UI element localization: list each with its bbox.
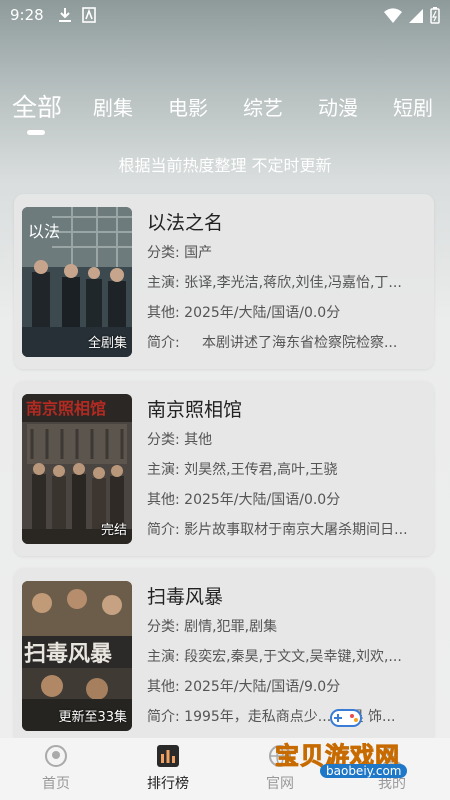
cast-row: 主演: 刘昊然,王传君,高叶,王骁 — [147, 459, 427, 479]
cast-label: 主演: — [147, 462, 180, 478]
category-row: 分类: 国产 — [147, 242, 427, 262]
other-label: 其他: — [147, 679, 180, 695]
list-item[interactable]: 南京照相馆 完结 南京照相馆 分类: 其他 主演: 刘昊然,王传君,高叶,王骁 … — [14, 381, 434, 556]
list-item[interactable]: 以法 全剧集 以法之名 分类: 国产 主演: 张译,李光洁,蒋欣,刘佳,冯嘉怡,… — [14, 194, 434, 369]
category-value: 其他 — [184, 432, 213, 448]
tab-series[interactable]: 剧集 — [93, 92, 133, 121]
status-bar: 9:28 — [0, 0, 450, 32]
category-label: 分类: — [147, 619, 180, 635]
battery-icon — [430, 7, 440, 28]
episode-badge: 完结 — [100, 523, 127, 538]
category-row: 分类: 剧情,犯罪,剧集 — [147, 616, 427, 636]
intro-label: 简介: — [147, 335, 180, 351]
other-value: 2025年/大陆/国语/9.0分 — [184, 679, 341, 695]
svg-text:南京照相馆: 南京照相馆 — [26, 399, 106, 418]
nav-home[interactable]: 首页 — [11, 738, 101, 800]
episode-badge: 更新至33集 — [58, 710, 127, 725]
tab-anime[interactable]: 动漫 — [318, 92, 358, 121]
other-value: 2025年/大陆/国语/0.0分 — [184, 305, 341, 321]
other-label: 其他: — [147, 305, 180, 321]
intro-label: 简介: — [147, 709, 180, 725]
category-label: 分类: — [147, 432, 180, 448]
poster-image: 以法 全剧集 — [22, 207, 132, 357]
intro-row: 简介: 本剧讲述了海东省检察院检察... — [147, 332, 427, 352]
poster-image: 扫毒风暴 更新至33集 — [22, 581, 132, 731]
cast-label: 主演: — [147, 275, 180, 291]
category-tabs: 全部 剧集 电影 综艺 动漫 短剧 — [0, 92, 450, 140]
signal-icon — [408, 8, 424, 28]
category-value: 剧情,犯罪,剧集 — [184, 619, 278, 635]
show-title: 南京照相馆 — [147, 399, 243, 421]
intro-label: 简介: — [147, 522, 180, 538]
site-watermark: 宝贝游戏网 baobeiy.com — [270, 702, 448, 782]
tab-short-drama[interactable]: 短剧 — [393, 92, 433, 121]
other-label: 其他: — [147, 492, 180, 508]
other-row: 其他: 2025年/大陆/国语/0.0分 — [147, 489, 427, 509]
home-icon — [44, 744, 68, 768]
other-row: 其他: 2025年/大陆/国语/0.0分 — [147, 302, 427, 322]
tab-all[interactable]: 全部 — [12, 88, 62, 124]
episode-badge: 全剧集 — [87, 336, 127, 351]
show-title: 扫毒风暴 — [147, 586, 224, 608]
intro-value: 本剧讲述了海东省检察院检察... — [201, 335, 398, 351]
tab-movies[interactable]: 电影 — [168, 92, 208, 121]
cast-row: 主演: 张译,李光洁,蒋欣,刘佳,冯嘉怡,丁... — [147, 272, 427, 292]
nav-label: 首页 — [42, 776, 70, 792]
other-row: 其他: 2025年/大陆/国语/9.0分 — [147, 676, 427, 696]
show-title: 以法之名 — [147, 212, 224, 234]
intro-row: 简介: 影片故事取材于南京大屠杀期间日... — [147, 519, 427, 539]
category-label: 分类: — [147, 245, 180, 261]
wifi-icon — [384, 7, 402, 28]
app-notification-icon — [82, 7, 96, 27]
cast-value: 张译,李光洁,蒋欣,刘佳,冯嘉怡,丁... — [184, 275, 402, 291]
cast-value: 段奕宏,秦昊,于文文,吴幸键,刘欢,... — [184, 649, 402, 665]
svg-text:扫毒风暴: 扫毒风暴 — [24, 641, 113, 667]
other-value: 2025年/大陆/国语/0.0分 — [184, 492, 341, 508]
active-tab-indicator — [27, 130, 45, 135]
category-row: 分类: 其他 — [147, 429, 427, 449]
nav-ranking[interactable]: 排行榜 — [123, 738, 213, 800]
download-icon — [58, 7, 72, 27]
gamepad-icon — [328, 702, 364, 736]
cast-label: 主演: — [147, 649, 180, 665]
watermark-url: baobeiy.com — [320, 764, 408, 778]
cast-value: 刘昊然,王传君,高叶,王骁 — [184, 462, 338, 478]
ranking-subtitle: 根据当前热度整理 不定时更新 — [118, 156, 332, 175]
cast-row: 主演: 段奕宏,秦昊,于文文,吴幸键,刘欢,... — [147, 646, 427, 666]
tab-variety[interactable]: 综艺 — [243, 92, 283, 121]
nav-label: 排行榜 — [147, 776, 189, 792]
intro-value: 影片故事取材于南京大屠杀期间日... — [184, 522, 408, 538]
ranking-icon — [156, 744, 180, 768]
poster-image: 南京照相馆 完结 — [22, 394, 132, 544]
svg-text:以法: 以法 — [28, 222, 60, 241]
category-value: 国产 — [184, 245, 213, 261]
status-time: 9:28 — [10, 6, 44, 24]
